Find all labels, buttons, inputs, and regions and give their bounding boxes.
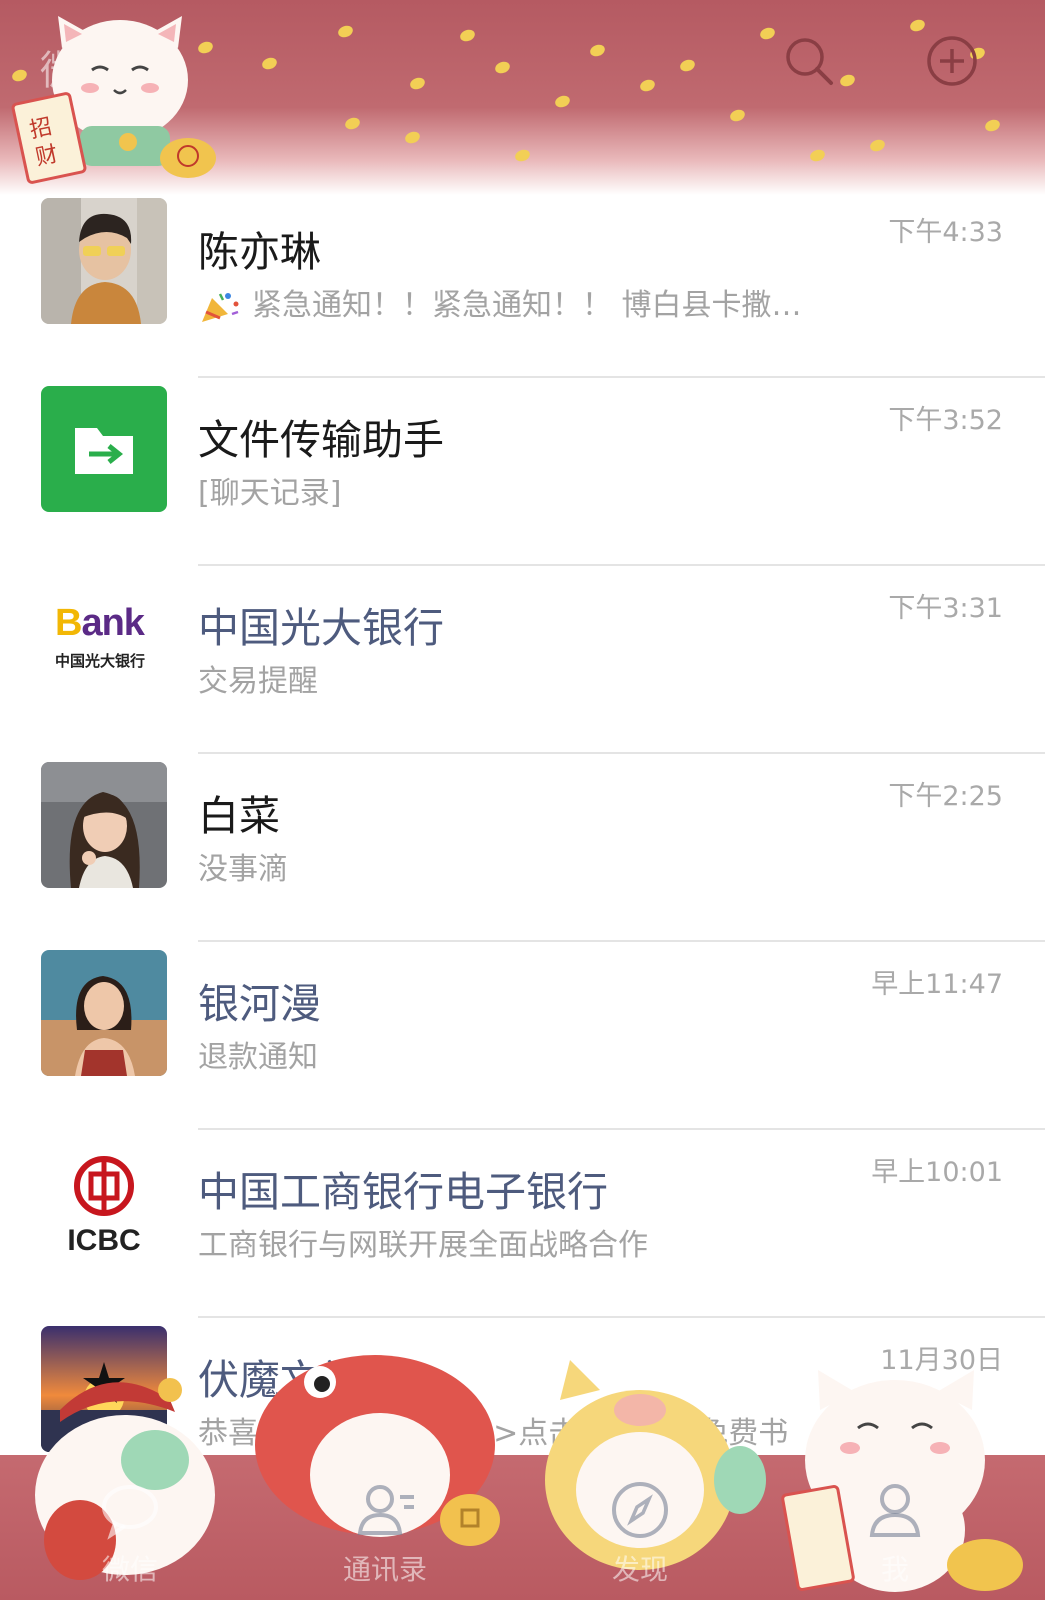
bank-logo-subtitle: 中国光大银行	[55, 652, 146, 670]
coin-decoration	[513, 147, 532, 164]
coin-decoration	[588, 42, 607, 59]
chat-time: 下午3:52	[888, 405, 1003, 436]
chat-row[interactable]: 银河漫 退款通知 早上11:47	[0, 942, 1045, 1130]
chat-name: 陈亦琳	[198, 228, 321, 276]
coin-decoration	[336, 23, 355, 40]
chat-name: 中国光大银行	[198, 604, 444, 652]
tab-label: 通讯录	[342, 1553, 427, 1586]
chat-preview: 退款通知	[198, 1040, 318, 1075]
chat-time: 11月30日	[880, 1345, 1003, 1376]
tab-contacts[interactable]: 通讯录	[295, 1455, 475, 1600]
coin-decoration	[638, 77, 657, 94]
bank-logo-text: ank	[81, 602, 144, 644]
coin-decoration	[458, 27, 477, 44]
lucky-cat-sticker: 招 财	[11, 16, 216, 184]
icbc-logo-text: ICBC	[67, 1224, 141, 1257]
chat-bubble-icon	[102, 1485, 158, 1540]
chat-row[interactable]: ICBC 中国工商银行电子银行 工商银行与网联开展全面战略合作 早上10:01	[0, 1130, 1045, 1318]
top-bar: 微信 招 财	[0, 0, 1045, 195]
chat-preview: [聊天记录]	[198, 476, 342, 511]
chat-row[interactable]: 陈亦琳 紧急通知！！紧急通知！！ 博白县卡撒… 下午4:33	[0, 190, 1045, 378]
chat-preview: 交易提醒	[198, 664, 318, 699]
coin-decoration	[758, 25, 777, 42]
chat-time: 早上10:01	[871, 1157, 1003, 1188]
chat-name: 伏魔文学	[198, 1356, 362, 1404]
party-popper-icon	[202, 292, 239, 322]
chat-preview: 没事滴	[198, 852, 288, 887]
chat-time: 下午2:25	[888, 781, 1003, 812]
avatar[interactable]	[41, 950, 167, 1076]
bank-logo[interactable]: Bank 中国光大银行	[41, 574, 167, 700]
chat-time: 下午4:33	[888, 217, 1003, 248]
chat-name: 白菜	[198, 792, 280, 840]
chat-name: 银河漫	[198, 980, 321, 1028]
chat-time: 下午3:31	[888, 593, 1003, 624]
coin-decoration	[808, 147, 827, 164]
coin-decoration	[868, 137, 887, 154]
tab-me[interactable]: 我	[805, 1455, 985, 1600]
tab-label: 发现	[611, 1553, 668, 1586]
chat-row[interactable]: 文件传输助手 [聊天记录] 下午3:52	[0, 378, 1045, 566]
coin-decoration	[260, 55, 279, 72]
chat-preview-text: 紧急通知！！紧急通知！！ 博白县卡撒…	[252, 288, 802, 323]
file-transfer-icon[interactable]	[41, 386, 167, 512]
bank-logo-b: B	[55, 602, 82, 644]
search-icon[interactable]	[782, 34, 836, 88]
chat-name: 文件传输助手	[198, 416, 444, 464]
person-icon	[869, 1484, 921, 1537]
coin-decoration	[493, 59, 512, 76]
icbc-logo[interactable]: ICBC	[41, 1138, 167, 1264]
chat-list: 陈亦琳 紧急通知！！紧急通知！！ 博白县卡撒… 下午4:33 文件传输助手 [聊…	[0, 190, 1045, 1506]
avatar[interactable]	[41, 762, 167, 888]
contacts-icon	[357, 1485, 414, 1535]
chat-preview: 工商银行与网联开展全面战略合作	[198, 1228, 648, 1263]
coin-decoration	[343, 115, 362, 132]
coin-decoration	[403, 129, 422, 146]
tab-chats[interactable]: 微信	[40, 1455, 220, 1600]
tab-label: 我	[880, 1553, 909, 1586]
coin-decoration	[908, 17, 927, 34]
plus-circle-icon[interactable]	[925, 34, 979, 88]
chat-time: 早上11:47	[871, 969, 1003, 1000]
tab-label: 微信	[101, 1553, 158, 1586]
coin-decoration	[983, 117, 1002, 134]
chat-row[interactable]: Bank 中国光大银行 中国光大银行 交易提醒 下午3:31	[0, 566, 1045, 754]
avatar[interactable]	[41, 198, 167, 324]
tab-discover[interactable]: 发现	[550, 1455, 730, 1600]
coin-decoration	[678, 57, 697, 74]
compass-icon	[612, 1482, 668, 1538]
coin-decoration	[838, 72, 857, 89]
sunset-star-logo[interactable]	[41, 1326, 167, 1452]
chat-name: 中国工商银行电子银行	[198, 1168, 608, 1216]
chat-preview: 紧急通知！！紧急通知！！ 博白县卡撒…	[198, 280, 802, 324]
coin-decoration	[728, 107, 747, 124]
chat-row[interactable]: 白菜 没事滴 下午2:25	[0, 754, 1045, 942]
coin-decoration	[553, 93, 572, 110]
coin-decoration	[408, 75, 427, 92]
chat-preview: 恭喜您成为<幸运书友>点击有机会得免费书	[198, 1416, 789, 1451]
